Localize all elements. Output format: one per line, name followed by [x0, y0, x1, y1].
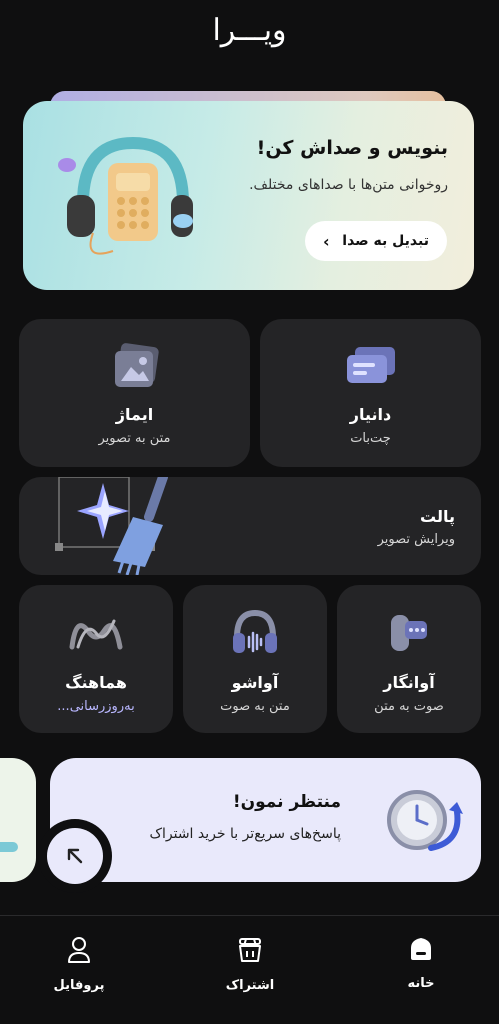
previous-banner-peek[interactable] [0, 758, 36, 882]
home-icon [411, 938, 431, 960]
tool-card-palet[interactable]: پالت ویرایش تصویر [19, 477, 481, 575]
chat-bubbles-icon [346, 347, 395, 383]
bottom-navigation: خانه اشتراک پروفایل [0, 915, 499, 1024]
chevron-left-icon: › [323, 231, 330, 251]
convert-to-voice-button[interactable]: تبدیل به صدا › [305, 221, 447, 261]
wave-logo-icon [69, 619, 123, 650]
imaj-title: ایماژ [115, 405, 154, 424]
avasho-subtitle: متن به صوت [220, 699, 290, 714]
arrow-up-left-icon[interactable] [47, 828, 103, 884]
basket-icon [239, 938, 261, 962]
hamahang-subtitle: به‌روزرسانی... [57, 699, 135, 714]
hamahang-title: هماهنگ [65, 673, 127, 692]
peek-decoration [0, 842, 18, 852]
convert-button-label: تبدیل به صدا [342, 233, 429, 249]
nav-home-label: خانه [407, 976, 435, 991]
subscription-text: پاسخ‌های سریع‌تر با خرید اشتراک [149, 826, 341, 842]
palet-title: پالت [420, 507, 455, 526]
hero-title: بنویس و صداش کن! [256, 137, 448, 159]
tool-card-avangar[interactable]: آوانگار صوت به متن [337, 585, 481, 733]
nav-subscription[interactable]: اشتراک [195, 936, 305, 993]
tool-card-hamahang[interactable]: هماهنگ به‌روزرسانی... [19, 585, 173, 733]
nav-profile[interactable]: پروفایل [24, 936, 134, 993]
subscription-title: منتظر نمون! [232, 792, 341, 812]
app-logo: ویـــرا [212, 12, 287, 48]
imaj-subtitle: متن به تصویر [98, 431, 171, 446]
nav-profile-label: پروفایل [53, 978, 105, 993]
subscription-banner[interactable]: منتظر نمون! پاسخ‌های سریع‌تر با خرید اشت… [50, 758, 481, 882]
clock-refresh-icon [387, 790, 463, 851]
nav-home[interactable]: خانه [366, 936, 476, 991]
danyar-subtitle: چت‌بات [350, 431, 391, 446]
image-icon [114, 343, 159, 387]
hero-subtitle: روخوانی متن‌ها با صداهای مختلف. [249, 177, 448, 193]
nav-subscription-label: اشتراک [225, 978, 275, 993]
headphones-icon [233, 609, 277, 653]
headphones-illustration-icon [58, 136, 193, 255]
tool-card-imaj[interactable]: ایماژ متن به تصویر [19, 319, 250, 467]
palet-subtitle: ویرایش تصویر [377, 532, 455, 547]
tool-card-avasho[interactable]: آواشو متن به صوت [183, 585, 327, 733]
user-icon [68, 937, 90, 963]
microphone-icon [391, 615, 427, 651]
brush-icon [55, 477, 168, 575]
danyar-title: دانیار [349, 405, 392, 424]
tool-card-danyar[interactable]: دانیار چت‌بات [260, 319, 481, 467]
avangar-subtitle: صوت به متن [374, 699, 444, 714]
avasho-title: آواشو [231, 673, 279, 692]
avangar-title: آوانگار [383, 673, 435, 692]
hero-banner[interactable]: بنویس و صداش کن! روخوانی متن‌ها با صداها… [23, 101, 474, 290]
